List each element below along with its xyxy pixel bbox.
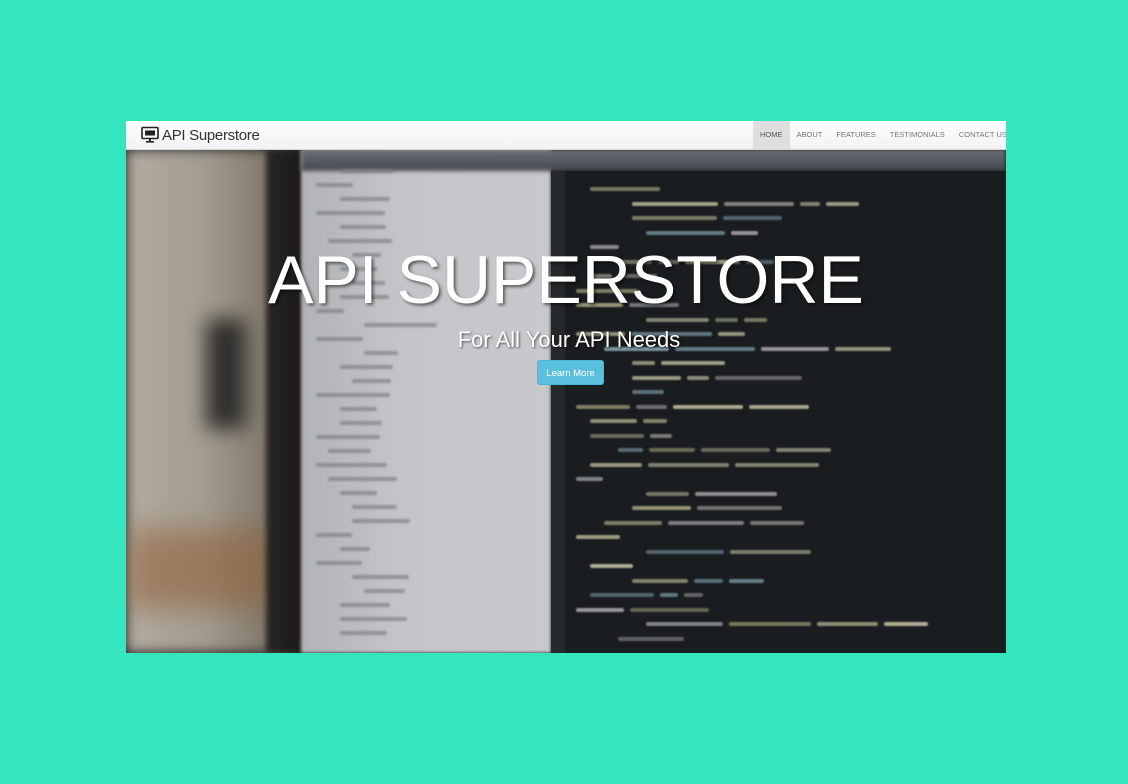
nav-item-home[interactable]: HOME	[753, 121, 790, 149]
nav-item-features[interactable]: FEATURES	[829, 121, 882, 149]
nav-menu: HOME ABOUT FEATURES TESTIMONIALS CONTACT…	[753, 121, 1006, 149]
hero-overlay	[126, 149, 1006, 653]
nav-item-about[interactable]: ABOUT	[790, 121, 830, 149]
brand-link[interactable]: API Superstore	[141, 125, 260, 145]
browser-screenshot: API Superstore HOME ABOUT FEATURES TESTI…	[126, 121, 1006, 653]
brand-text: API Superstore	[162, 126, 260, 144]
navbar: API Superstore HOME ABOUT FEATURES TESTI…	[126, 121, 1006, 150]
monitor-icon	[141, 126, 159, 143]
learn-more-button[interactable]: Learn More	[537, 360, 604, 385]
hero-section: API SUPERSTORE For All Your API Needs Le…	[126, 149, 1006, 653]
nav-item-testimonials[interactable]: TESTIMONIALS	[883, 121, 952, 149]
hero-subtitle: For All Your API Needs	[457, 327, 681, 352]
nav-item-contact[interactable]: CONTACT US	[952, 121, 1006, 149]
hero-title: API SUPERSTORE	[268, 242, 864, 318]
